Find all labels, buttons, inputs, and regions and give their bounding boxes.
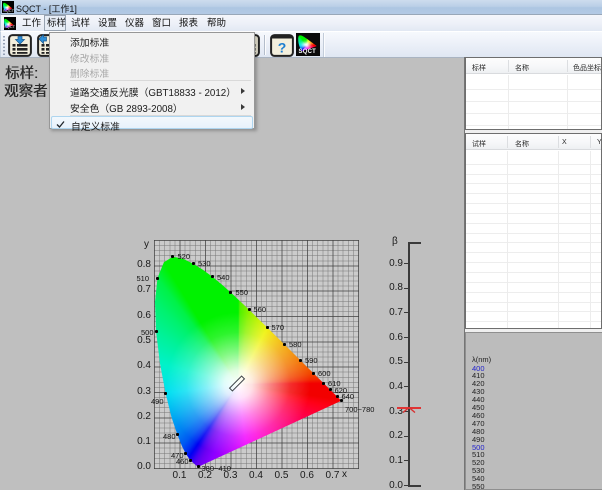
svg-text:?: ?	[278, 39, 287, 55]
